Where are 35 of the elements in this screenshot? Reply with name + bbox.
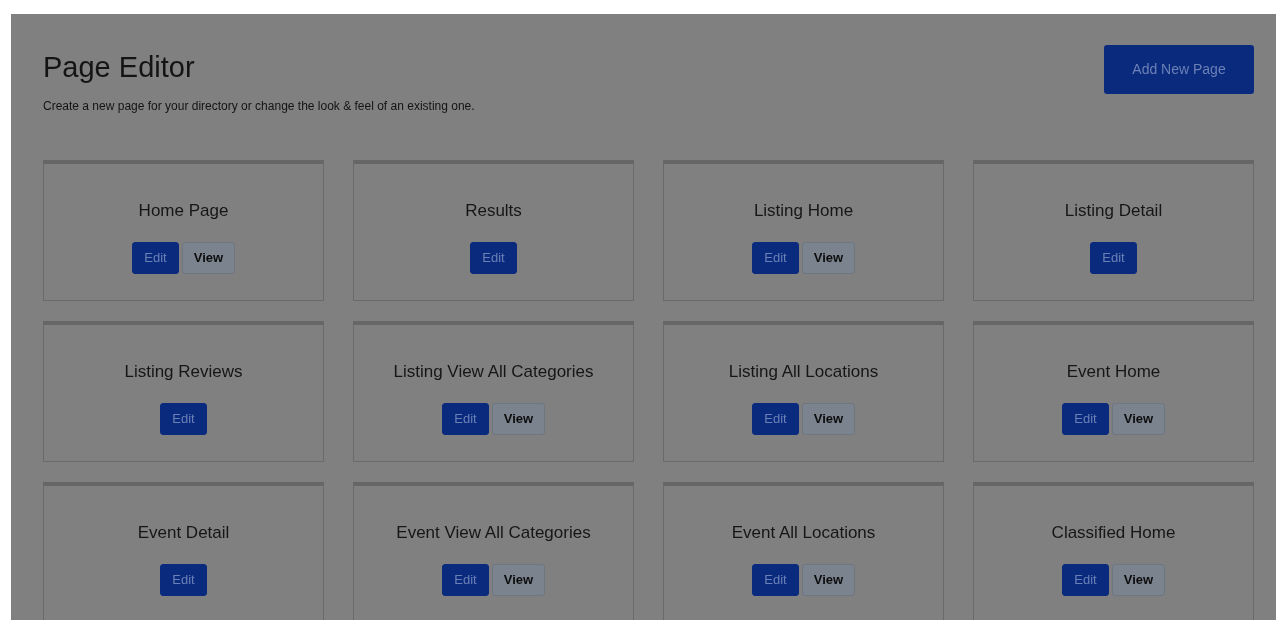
view-button[interactable]: View	[802, 403, 855, 435]
view-button[interactable]: View	[182, 242, 235, 274]
edit-button[interactable]: Edit	[752, 242, 799, 274]
page-card-title: Event View All Categories	[396, 522, 591, 544]
edit-button[interactable]: Edit	[470, 242, 517, 274]
view-button[interactable]: View	[1112, 564, 1165, 596]
view-button[interactable]: View	[802, 242, 855, 274]
page-card-title: Event Detail	[137, 522, 230, 544]
page-card-title: Event All Locations	[731, 522, 876, 544]
edit-button[interactable]: Edit	[132, 242, 179, 274]
page-card-title: Listing Detail	[1064, 200, 1163, 222]
edit-button[interactable]: Edit	[1062, 564, 1109, 596]
edit-button[interactable]: Edit	[160, 403, 207, 435]
page-card-title: Event Home	[1066, 361, 1161, 383]
edit-button[interactable]: Edit	[1090, 242, 1137, 274]
view-button[interactable]: View	[492, 564, 545, 596]
page-card-title: Home Page	[138, 200, 229, 222]
page-card-title: Classified Home	[1051, 522, 1176, 544]
edit-button[interactable]: Edit	[752, 564, 799, 596]
page-description: Create a new page for your directory or change the look & feel of an existing one.	[43, 98, 475, 115]
page-card-title: Listing Reviews	[124, 361, 243, 383]
edit-button[interactable]: Edit	[1062, 403, 1109, 435]
page-card-title: Results	[465, 200, 522, 222]
page-card-title: Listing All Locations	[728, 361, 879, 383]
page-title: Page Editor	[43, 50, 196, 85]
edit-button[interactable]: Edit	[160, 564, 207, 596]
view-button[interactable]: View	[1112, 403, 1165, 435]
page-card-title: Listing Home	[753, 200, 854, 222]
view-button[interactable]: View	[802, 564, 855, 596]
edit-button[interactable]: Edit	[752, 403, 799, 435]
edit-button[interactable]: Edit	[442, 403, 489, 435]
edit-button[interactable]: Edit	[442, 564, 489, 596]
add-new-page-button[interactable]: Add New Page	[1104, 45, 1254, 94]
view-button[interactable]: View	[492, 403, 545, 435]
page-card-title: Listing View All Categories	[393, 361, 594, 383]
